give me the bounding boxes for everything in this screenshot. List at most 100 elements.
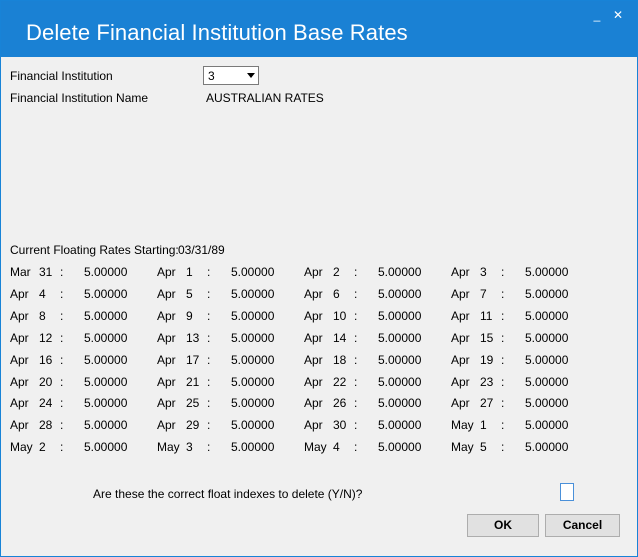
rate-month: Apr: [10, 287, 29, 301]
rate-entry: Apr 27: 5.00000: [451, 396, 598, 412]
institution-name-label: Financial Institution Name: [10, 91, 149, 105]
rate-separator: :: [354, 375, 358, 389]
rate-month: Apr: [10, 309, 29, 323]
rate-separator: :: [501, 353, 505, 367]
financial-institution-select[interactable]: 3: [203, 66, 259, 85]
rate-value: 5.00000: [525, 396, 569, 410]
rate-month: May: [451, 418, 474, 432]
rate-separator: :: [207, 440, 211, 454]
financial-institution-label: Financial Institution: [10, 69, 113, 83]
rate-month: Apr: [304, 265, 323, 279]
rate-entry: Apr 20: 5.00000: [10, 375, 157, 391]
title-bar[interactable]: Delete Financial Institution Base Rates …: [1, 1, 637, 57]
rate-month: Apr: [451, 265, 470, 279]
rate-entry: May 3: 5.00000: [157, 440, 304, 456]
rate-month: Apr: [304, 309, 323, 323]
rate-month: Mar: [10, 265, 31, 279]
rate-separator: :: [501, 265, 505, 279]
rate-separator: :: [354, 287, 358, 301]
institution-name-value: AUSTRALIAN RATES: [206, 91, 324, 105]
rate-month: Apr: [451, 353, 470, 367]
rate-month: Apr: [304, 353, 323, 367]
rate-value: 5.00000: [525, 287, 569, 301]
rate-day: 6: [333, 287, 340, 301]
financial-institution-value: 3: [208, 69, 215, 83]
rate-separator: :: [501, 418, 505, 432]
rate-value: 5.00000: [231, 396, 275, 410]
rate-value: 5.00000: [231, 309, 275, 323]
rate-value: 5.00000: [84, 265, 128, 279]
rate-entry: Apr 17: 5.00000: [157, 353, 304, 369]
rate-separator: :: [501, 309, 505, 323]
cancel-button[interactable]: Cancel: [545, 514, 620, 537]
rate-day: 27: [480, 396, 494, 410]
rate-day: 12: [39, 331, 53, 345]
rate-entry: Apr 13: 5.00000: [157, 331, 304, 347]
close-icon[interactable]: ✕: [610, 7, 626, 23]
ok-button[interactable]: OK: [467, 514, 539, 537]
rate-day: 5: [480, 440, 487, 454]
rate-separator: :: [207, 331, 211, 345]
rate-day: 9: [186, 309, 193, 323]
rate-month: Apr: [451, 396, 470, 410]
rate-entry: Apr 14: 5.00000: [304, 331, 451, 347]
rate-month: Apr: [304, 396, 323, 410]
rate-separator: :: [354, 309, 358, 323]
rate-month: Apr: [304, 418, 323, 432]
rate-value: 5.00000: [525, 331, 569, 345]
rate-month: Apr: [451, 375, 470, 389]
rate-day: 21: [186, 375, 200, 389]
rate-value: 5.00000: [378, 396, 422, 410]
rate-entry: Apr 2: 5.00000: [304, 265, 451, 281]
rate-month: Apr: [157, 287, 176, 301]
minimize-icon[interactable]: _: [589, 7, 605, 23]
rate-value: 5.00000: [525, 440, 569, 454]
rate-separator: :: [60, 331, 64, 345]
rate-day: 16: [39, 353, 53, 367]
rate-day: 4: [39, 287, 46, 301]
rate-entry: Apr 6: 5.00000: [304, 287, 451, 303]
rate-value: 5.00000: [84, 287, 128, 301]
rate-entry: May 5: 5.00000: [451, 440, 598, 456]
rate-month: May: [10, 440, 33, 454]
rate-value: 5.00000: [378, 418, 422, 432]
rate-separator: :: [354, 418, 358, 432]
rate-value: 5.00000: [378, 309, 422, 323]
rate-day: 4: [333, 440, 340, 454]
rate-value: 5.00000: [525, 265, 569, 279]
rate-entry: Apr 30: 5.00000: [304, 418, 451, 434]
rate-entry: Apr 3: 5.00000: [451, 265, 598, 281]
rate-entry: May 4: 5.00000: [304, 440, 451, 456]
rate-separator: :: [354, 265, 358, 279]
rate-month: Apr: [157, 418, 176, 432]
rate-value: 5.00000: [84, 309, 128, 323]
rate-entry: Apr 4: 5.00000: [10, 287, 157, 303]
rate-entry: Apr 5: 5.00000: [157, 287, 304, 303]
rate-separator: :: [501, 375, 505, 389]
rate-separator: :: [207, 309, 211, 323]
rates-starting-label: Current Floating Rates Starting:: [10, 243, 179, 257]
rate-value: 5.00000: [525, 353, 569, 367]
rate-month: May: [451, 440, 474, 454]
rate-entry: Apr 24: 5.00000: [10, 396, 157, 412]
rate-value: 5.00000: [378, 375, 422, 389]
rate-value: 5.00000: [525, 309, 569, 323]
rate-entry: Apr 10: 5.00000: [304, 309, 451, 325]
confirm-answer-input[interactable]: [560, 483, 574, 501]
rate-separator: :: [60, 396, 64, 410]
dialog-title: Delete Financial Institution Base Rates: [26, 20, 408, 45]
rate-separator: :: [60, 418, 64, 432]
rates-starting-date: 03/31/89: [178, 243, 225, 257]
rate-entry: Apr 12: 5.00000: [10, 331, 157, 347]
rate-entry: May 1: 5.00000: [451, 418, 598, 434]
rate-month: Apr: [10, 353, 29, 367]
rate-value: 5.00000: [84, 353, 128, 367]
rate-value: 5.00000: [378, 287, 422, 301]
rate-month: Apr: [157, 375, 176, 389]
rate-day: 8: [39, 309, 46, 323]
rate-day: 30: [333, 418, 347, 432]
rate-value: 5.00000: [231, 287, 275, 301]
rate-day: 31: [39, 265, 53, 279]
rate-separator: :: [501, 287, 505, 301]
chevron-down-icon[interactable]: [247, 73, 255, 78]
